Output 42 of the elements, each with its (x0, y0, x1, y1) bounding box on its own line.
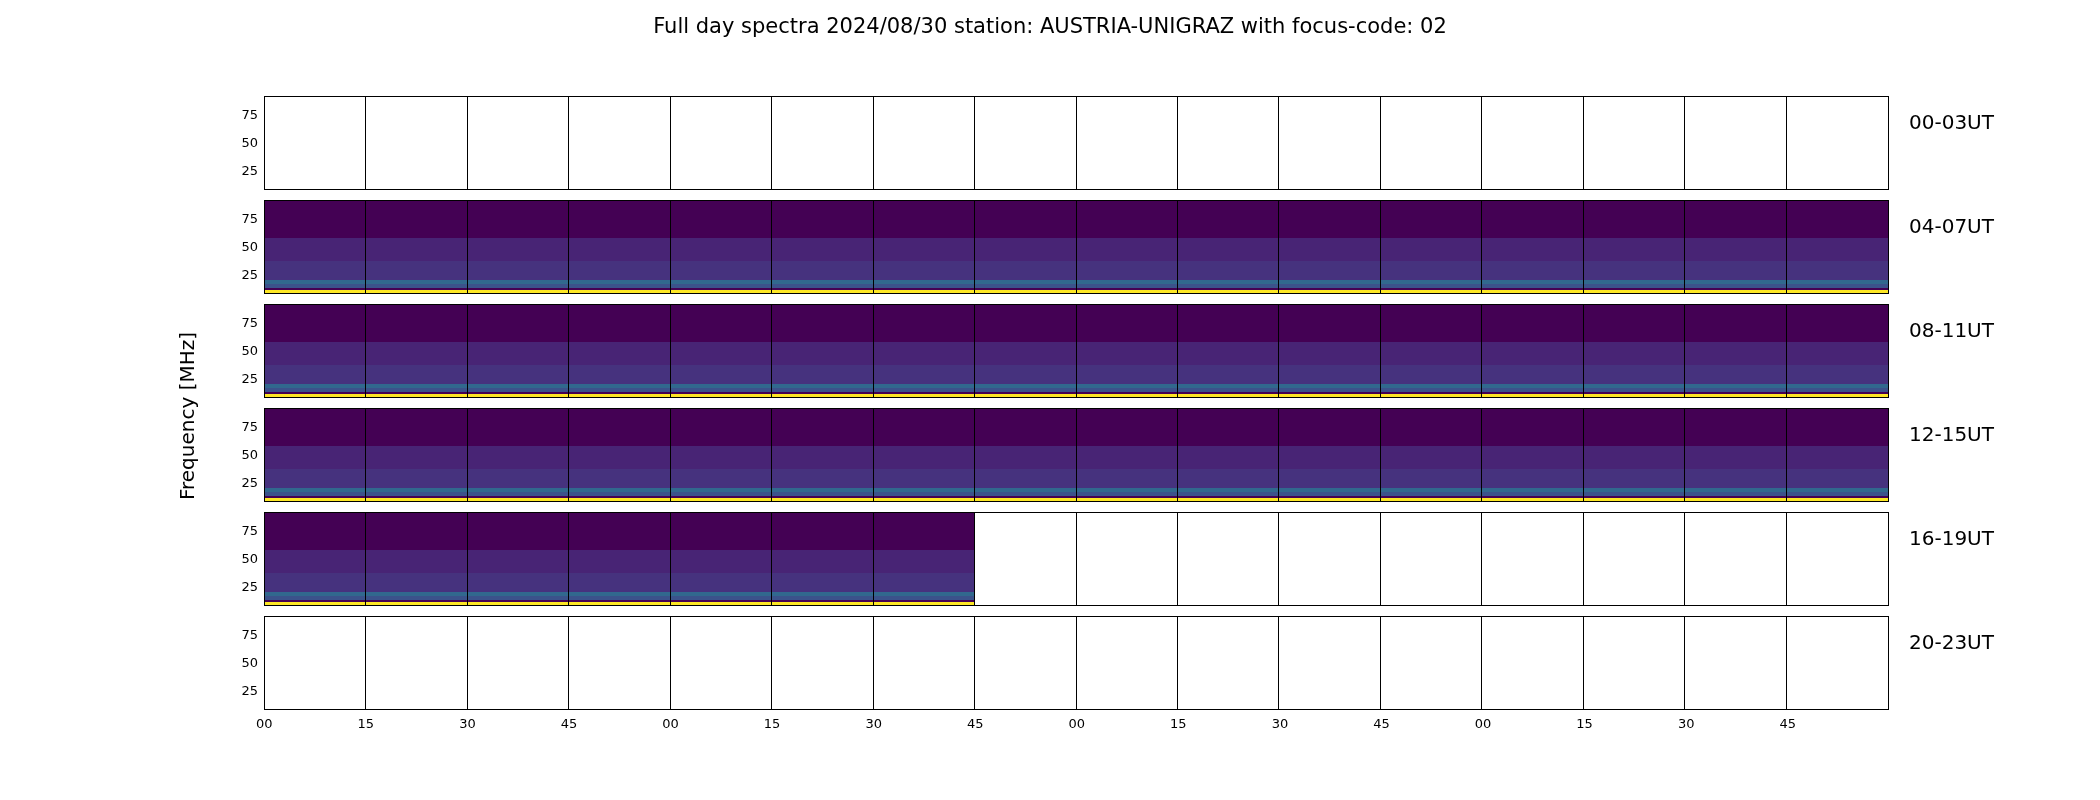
time-range-label: 00-03UT (1908, 109, 1994, 136)
y-tick-label: 50 (241, 550, 258, 566)
x-tick-label: 45 (1373, 716, 1390, 731)
y-axis-label: Frequency [MHz] (175, 331, 199, 501)
x-tick-label: 15 (763, 716, 781, 731)
y-tick-label: 75 (241, 314, 258, 330)
y-tick-label: 25 (241, 370, 258, 386)
y-tick-label: 25 (241, 578, 258, 594)
x-tick-label: 00 (662, 716, 679, 731)
figure-title: Full day spectra 2024/08/30 station: AUSTRIA-UNIGRAZ with focus-code: 02 (652, 13, 1448, 40)
x-tick-label: 45 (966, 716, 984, 731)
y-tick-label: 50 (241, 134, 258, 150)
time-range-label: 04-07UT (1908, 213, 1994, 240)
y-tick-label: 75 (241, 626, 258, 642)
y-tick-label: 75 (241, 106, 258, 122)
time-range-label: 20-23UT (1908, 629, 1994, 656)
x-tick-label: 30 (1677, 716, 1695, 731)
y-tick-label: 25 (241, 162, 258, 178)
y-tick-label: 75 (241, 522, 258, 538)
x-tick-label: 00 (1068, 716, 1086, 731)
x-tick-label: 30 (865, 716, 882, 731)
x-tick-label: 45 (1779, 716, 1796, 731)
x-tick-label: 15 (1576, 716, 1593, 731)
x-tick-label: 45 (560, 716, 578, 731)
x-tick-label: 30 (459, 716, 476, 731)
x-tick-label: 15 (1170, 716, 1187, 731)
x-tick-label: 00 (256, 716, 273, 731)
y-tick-label: 25 (241, 266, 258, 282)
y-tick-label: 50 (241, 342, 258, 358)
y-tick-label: 25 (241, 474, 258, 490)
x-tick-label: 15 (357, 716, 375, 731)
y-tick-label: 50 (241, 238, 258, 254)
y-tick-label: 25 (241, 682, 258, 698)
y-tick-label: 50 (241, 654, 258, 670)
time-range-label: 12-15UT (1908, 421, 1994, 448)
x-tick-label: 00 (1474, 716, 1492, 731)
time-range-label: 16-19UT (1908, 525, 1994, 552)
y-tick-label: 75 (241, 210, 258, 226)
y-tick-label: 50 (241, 446, 258, 462)
time-range-label: 08-11UT (1908, 317, 1994, 344)
x-tick-label: 30 (1271, 716, 1289, 731)
y-tick-label: 75 (241, 418, 258, 434)
